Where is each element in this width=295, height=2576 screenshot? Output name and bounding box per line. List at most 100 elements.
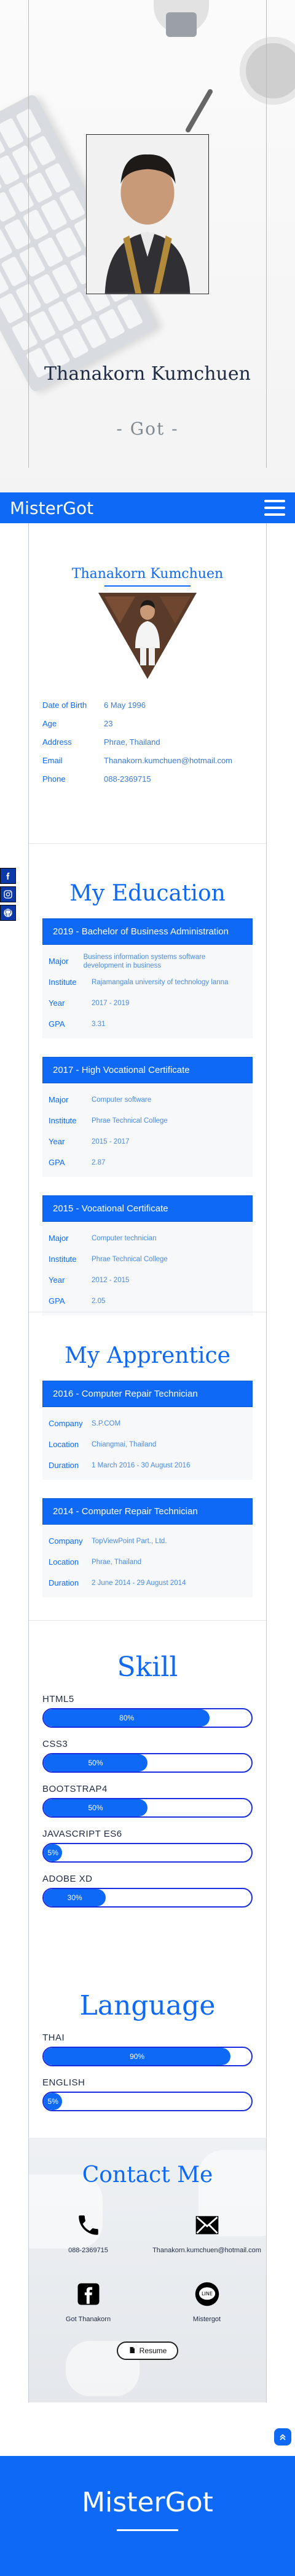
education-card: 2019 - Bachelor of Business Administrati… — [42, 918, 253, 1038]
skill-item: HTML5 80% — [42, 1694, 253, 1728]
contact-section: Contact Me 088-2369715 Thanakorn.kumchue… — [29, 2138, 266, 2402]
hero-nickname: - Got - — [116, 419, 179, 439]
card-row: Company TopViewPoint Part., Ltd. — [42, 1531, 253, 1552]
skill-name: JAVASCRIPT ES6 — [42, 1829, 122, 1839]
contact-grid: 088-2369715 Thanakorn.kumchuen@hotmail.c… — [29, 2210, 266, 2323]
language-progress-bar: 90% — [42, 2047, 253, 2066]
card-value: 2.05 — [92, 1298, 106, 1305]
education-card: 2017 - High Vocational Certificate Major… — [42, 1057, 253, 1177]
profile-info-table: Date of Birth 6 May 1996 Age 23 Address … — [42, 696, 253, 788]
info-row-address: Address Phrae, Thailand — [42, 733, 253, 752]
resume-button-label: Resume — [139, 2346, 167, 2355]
card-label: Major — [49, 1234, 69, 1243]
skill-progress-fill: 50% — [44, 1754, 148, 1772]
card-value: 2015 - 2017 — [92, 1138, 130, 1146]
card-header: 2016 - Computer Repair Technician — [42, 1381, 253, 1407]
language-name: THAI — [42, 2032, 65, 2043]
apprentice-card: 2016 - Computer Repair Technician Compan… — [42, 1381, 253, 1480]
facebook-icon — [73, 2279, 104, 2309]
card-value: 2.87 — [92, 1159, 106, 1166]
card-row: GPA 3.31 — [42, 1014, 253, 1035]
skill-progress-bar: 50% — [42, 1753, 253, 1773]
skill-progress-fill: 5% — [44, 1844, 63, 1861]
card-label: Year — [49, 998, 65, 1008]
info-value: 6 May 1996 — [104, 700, 146, 710]
apprentice-card: 2014 - Computer Repair Technician Compan… — [42, 1498, 253, 1597]
footer-underline — [117, 2529, 178, 2531]
info-value[interactable]: Thanakorn.kumchuen@hotmail.com — [104, 752, 232, 770]
back-to-top-icon[interactable] — [274, 2428, 291, 2446]
skill-item: JAVASCRIPT ES6 5% — [42, 1829, 253, 1863]
skill-progress-fill: 30% — [44, 1889, 106, 1906]
card-value: Rajamangala university of technology lan… — [92, 979, 229, 986]
line-icon: LINE — [192, 2279, 222, 2309]
card-value: Computer technician — [92, 1235, 157, 1242]
contact-phone[interactable]: 088-2369715 — [29, 2210, 148, 2254]
info-value: Phrae, Thailand — [104, 737, 160, 747]
card-label: Company — [49, 1536, 83, 1546]
skill-list: HTML5 80% CSS3 50% BOOTSTRAP4 50% JAVASC… — [42, 1694, 253, 1908]
card-label: GPA — [49, 1296, 65, 1306]
card-value: Chiangmai, Thailand — [92, 1441, 157, 1448]
info-value[interactable]: 088-2369715 — [104, 770, 151, 788]
card-label: GPA — [49, 1019, 65, 1029]
contact-facebook[interactable]: Got Thanakorn — [29, 2279, 148, 2323]
info-row-dob: Date of Birth 6 May 1996 — [42, 696, 253, 715]
card-label: Institute — [49, 1116, 77, 1125]
skill-name: BOOTSTRAP4 — [42, 1784, 108, 1794]
contact-heading: Contact Me — [82, 2162, 213, 2188]
card-header: 2019 - Bachelor of Business Administrati… — [42, 918, 253, 945]
floating-social-bar — [0, 868, 16, 921]
apprentice-heading: My Apprentice — [65, 1343, 230, 1368]
facebook-icon[interactable] — [0, 868, 16, 884]
card-value: S.P.COM — [92, 1420, 121, 1427]
github-icon[interactable] — [0, 905, 16, 921]
hero-name: Thanakorn Kumchuen — [44, 363, 251, 385]
card-row: GPA 2.05 — [42, 1291, 253, 1312]
contact-facebook-text: Got Thanakorn — [65, 2316, 111, 2323]
resume-button[interactable]: Resume — [117, 2341, 178, 2360]
skill-item: CSS3 50% — [42, 1739, 253, 1773]
skill-section: Skill HTML5 80% CSS3 50% BOOTSTRAP4 50% … — [29, 1621, 266, 1959]
card-value: 3.31 — [92, 1021, 106, 1028]
card-header: 2017 - High Vocational Certificate — [42, 1057, 253, 1083]
instagram-icon[interactable] — [0, 886, 16, 902]
profile-section: Thanakorn Kumchuen Date of Birth 6 May 1… — [29, 523, 266, 843]
card-value: 2 June 2014 - 29 August 2014 — [92, 1579, 186, 1587]
skill-progress-bar: 80% — [42, 1708, 253, 1728]
info-label: Phone — [42, 774, 66, 784]
info-row-email: Email Thanakorn.kumchuen@hotmail.com — [42, 752, 253, 770]
card-label: Major — [49, 957, 69, 966]
card-row: Location Chiangmai, Thailand — [42, 1434, 253, 1455]
card-value: Phrae, Thailand — [92, 1559, 141, 1566]
card-row: Year 2015 - 2017 — [42, 1131, 253, 1152]
card-value: Phrae Technical College — [92, 1117, 168, 1125]
card-label: Duration — [49, 1461, 79, 1470]
language-section: Language THAI 90% ENGLISH 5% — [29, 1959, 266, 2138]
education-heading: My Education — [69, 881, 226, 906]
info-label: Date of Birth — [42, 700, 87, 710]
contact-line[interactable]: LINE Mistergot — [148, 2279, 266, 2323]
hamburger-menu-icon[interactable] — [264, 500, 285, 516]
skill-item: BOOTSTRAP4 50% — [42, 1784, 253, 1818]
card-label: Major — [49, 1095, 69, 1104]
card-body: Major Business information systems softwa… — [42, 945, 253, 1038]
card-body: Company S.P.COM Location Chiangmai, Thaila… — [42, 1407, 253, 1480]
skill-heading: Skill — [117, 1651, 178, 1683]
card-value: 2017 - 2019 — [92, 1000, 130, 1007]
card-row: Duration 2 June 2014 - 29 August 2014 — [42, 1573, 253, 1594]
info-row-phone: Phone 088-2369715 — [42, 770, 253, 788]
card-header: 2014 - Computer Repair Technician — [42, 1498, 253, 1525]
card-label: Institute — [49, 1254, 77, 1264]
card-label: GPA — [49, 1158, 65, 1167]
contact-email[interactable]: Thanakorn.kumchuen@hotmail.com — [148, 2210, 266, 2254]
card-row: Institute Phrae Technical College — [42, 1249, 253, 1270]
card-label: Location — [49, 1557, 79, 1567]
svg-text:LINE: LINE — [202, 2291, 213, 2297]
skill-progress-bar: 50% — [42, 1798, 253, 1818]
info-label: Address — [42, 737, 72, 747]
card-row: Institute Phrae Technical College — [42, 1110, 253, 1131]
top-navbar: MisterGot — [0, 492, 295, 523]
language-progress-fill: 90% — [44, 2048, 231, 2065]
navbar-brand[interactable]: MisterGot — [10, 498, 93, 518]
